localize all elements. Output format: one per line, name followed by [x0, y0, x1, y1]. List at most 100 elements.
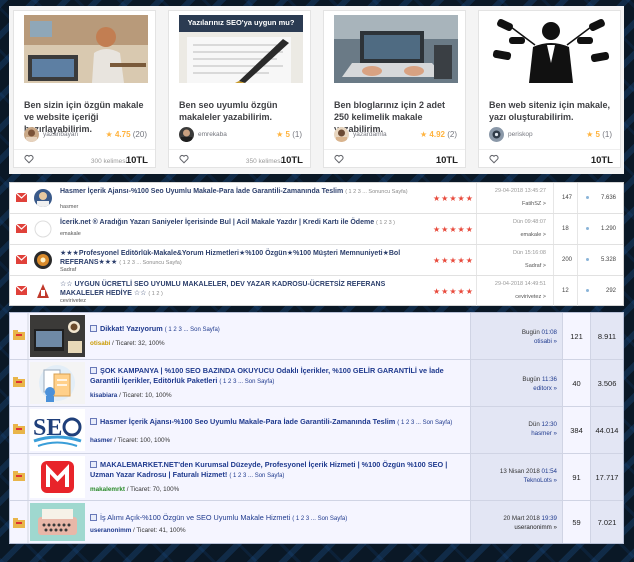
thread-thumbnail[interactable]	[30, 503, 85, 541]
gig-thumbnail[interactable]	[489, 15, 613, 83]
page-links[interactable]: ( 1 2 3 ... Sonuncu Sayfa)	[119, 260, 181, 266]
heart-icon[interactable]	[24, 154, 34, 164]
heart-icon[interactable]	[489, 154, 499, 164]
thread-thumbnail[interactable]	[30, 362, 85, 404]
column-divider	[27, 313, 29, 359]
last-post-user[interactable]: otisabi »	[534, 338, 557, 345]
gig-thumbnail[interactable]	[334, 15, 458, 83]
thread-title[interactable]: Dikkat! Yazıyorum ( 1 2 3 ... Son Sayfa)	[90, 324, 466, 335]
last-post-user[interactable]: Sadraf >	[525, 263, 546, 269]
thread-row[interactable]: ★★★Profesyonel Editörlük-Makale&Yorum Hi…	[10, 245, 623, 276]
thread-row[interactable]: Hasmer İçerik Ajansı-%100 Seo Uyumlu Mak…	[10, 183, 623, 214]
seller-avatar[interactable]	[334, 127, 349, 142]
column-divider	[577, 214, 578, 244]
view-count: 292	[605, 288, 616, 294]
rating-stars: ★★★★★	[433, 225, 474, 234]
seller-name[interactable]: periskop	[508, 131, 533, 138]
gig-card[interactable]: Ben bloglarınız için 2 adet 250 kelimeli…	[323, 10, 466, 168]
reply-count[interactable]: 121	[563, 332, 590, 341]
star-icon: ★	[105, 130, 113, 139]
page-links[interactable]: ( 1 2 3 ... Son Sayfa)	[219, 379, 274, 385]
thread-author[interactable]: cevirivetez	[60, 298, 86, 304]
thread-title[interactable]: Hasmer İçerik Ajansı-%100 Seo Uyumlu Mak…	[90, 417, 466, 428]
last-post-date: Bugün 01:08	[521, 329, 557, 336]
reply-count: 200	[562, 257, 573, 263]
page-links[interactable]: ( 1 2 3 ... Son Sayfa)	[165, 327, 220, 333]
dot-icon	[586, 258, 589, 261]
gig-thumbnail[interactable]	[24, 15, 148, 83]
reply-count[interactable]: 40	[563, 379, 590, 388]
thread-row[interactable]: ŞOK KAMPANYA | %100 SEO BAZINDA OKUYUCU …	[10, 360, 623, 407]
thread-author[interactable]: Sadraf	[60, 267, 76, 273]
column-divider	[27, 454, 29, 500]
gig-card[interactable]: Ben sizin için özgün makale ve website i…	[13, 10, 156, 168]
heart-icon[interactable]	[334, 154, 344, 164]
user-avatar[interactable]	[34, 220, 52, 238]
thread-row[interactable]: İcerik.net ® Aradığın Yazarı Saniyeler İ…	[10, 214, 623, 245]
gig-rating: ★ 5 (1)	[586, 130, 612, 139]
seller-name[interactable]: yazardamla	[353, 131, 387, 138]
thumbnail-caption: Yazılarınız SEO'ya uygun mu?	[187, 18, 295, 27]
page-links[interactable]: ( 1 2 3 )	[376, 220, 395, 226]
thread-title-cell: İş Alımı Açık-%100 Özgün ve SEO Uyumlu M…	[87, 501, 470, 543]
thread-thumbnail[interactable]	[30, 456, 85, 498]
seller-avatar[interactable]	[489, 127, 504, 142]
thread-title[interactable]: MAKALEMARKET.NET'den Kurumsal Düzeyde, P…	[90, 460, 466, 481]
view-count: 1.290	[600, 226, 616, 232]
last-post-date: Dün 12:30	[528, 421, 557, 428]
last-post-user[interactable]: hasmer »	[531, 430, 557, 437]
thread-thumbnail[interactable]	[30, 315, 85, 357]
page-links[interactable]: ( 1 2 3 ... Son Sayfa)	[397, 420, 452, 426]
column-divider	[476, 276, 477, 306]
thread-title[interactable]: ŞOK KAMPANYA | %100 SEO BAZINDA OKUYUCU …	[90, 366, 466, 387]
thread-author[interactable]: emakale	[60, 231, 81, 237]
reply-cell: 40	[562, 360, 590, 406]
thread-author[interactable]: hasmer	[60, 204, 78, 210]
gig-title[interactable]: Ben seo uyumlu özgün makaleler yazabilir…	[179, 99, 307, 123]
page-links[interactable]: ( 1 2 3 ... Son Sayfa)	[229, 473, 284, 479]
view-count: 44.014	[595, 426, 619, 435]
gig-card[interactable]: Ben web siteniz için makale, yazı oluştu…	[478, 10, 621, 168]
thread-row[interactable]: İş Alımı Açık-%100 Özgün ve SEO Uyumlu M…	[10, 501, 623, 543]
thread-thumbnail[interactable]: SE	[30, 409, 85, 451]
seller-avatar[interactable]	[179, 127, 194, 142]
thread-row[interactable]: SE Hasmer İçerik Ajansı-%100 Seo Uyumlu …	[10, 407, 623, 454]
column-divider	[476, 183, 477, 213]
thread-title[interactable]: Hasmer İçerik Ajansı-%100 Seo Uyumlu Mak…	[60, 187, 430, 197]
user-avatar[interactable]	[34, 189, 52, 207]
thread-title[interactable]: İcerik.net ® Aradığın Yazarı Saniyeler İ…	[60, 218, 430, 228]
gig-card[interactable]: Yazılarınız SEO'ya uygun mu? Ben seo uyu…	[168, 10, 311, 168]
user-avatar[interactable]	[34, 282, 52, 300]
last-post-user[interactable]: TeknoLots »	[524, 477, 557, 484]
last-post-user[interactable]: FatihSZ >	[522, 201, 546, 207]
page-links[interactable]: ( 1 2 )	[148, 291, 162, 297]
thread-title-cell: Hasmer İçerik Ajansı-%100 Seo Uyumlu Mak…	[87, 407, 470, 453]
view-cell: 8.911	[590, 313, 623, 359]
view-count: 8.911	[597, 332, 617, 341]
reply-count[interactable]: 384	[563, 426, 590, 435]
gig-rating: ★ 4.75 (20)	[105, 130, 147, 139]
last-post-user[interactable]: editorx »	[533, 385, 557, 392]
thread-title[interactable]: İş Alımı Açık-%100 Özgün ve SEO Uyumlu M…	[90, 513, 466, 524]
gig-rating: ★ 4.92 (2)	[420, 130, 457, 139]
gig-thumbnail[interactable]: Yazılarınız SEO'ya uygun mu?	[179, 15, 303, 83]
thread-row[interactable]: MAKALEMARKET.NET'den Kurumsal Düzeyde, P…	[10, 454, 623, 501]
thread-row[interactable]: ☆☆ UYGUN ÜCRETLİ SEO UYUMLU MAKALELER, D…	[10, 276, 623, 307]
seller-avatar[interactable]	[24, 127, 39, 142]
seller-name[interactable]: yazanbayan	[43, 131, 78, 138]
last-post-user[interactable]: cevirivetez >	[515, 294, 546, 300]
user-avatar[interactable]	[34, 251, 52, 269]
seller-name[interactable]: emrekaba	[198, 131, 227, 138]
thread-title[interactable]: ☆☆ UYGUN ÜCRETLİ SEO UYUMLU MAKALELER, D…	[60, 280, 430, 299]
heart-icon[interactable]	[179, 154, 189, 164]
page-links[interactable]: ( 1 2 3 ... Sonuncu Sayfa)	[345, 189, 407, 195]
thread-row[interactable]: Dikkat! Yazıyorum ( 1 2 3 ... Son Sayfa)…	[10, 313, 623, 360]
reply-count[interactable]: 59	[563, 518, 590, 527]
last-post-user[interactable]: useranonimm »	[514, 524, 557, 531]
thread-title[interactable]: ★★★Profesyonel Editörlük-Makale&Yorum Hi…	[60, 249, 430, 268]
last-post-user[interactable]: emakale >	[520, 232, 546, 238]
reply-count[interactable]: 91	[563, 473, 590, 482]
thread-author-line: kisabiara / Ticaret: 10, 100%	[90, 392, 172, 399]
gig-title[interactable]: Ben web siteniz için makale, yazı oluştu…	[489, 99, 617, 123]
page-links[interactable]: ( 1 2 3 ... Son Sayfa)	[292, 516, 347, 522]
